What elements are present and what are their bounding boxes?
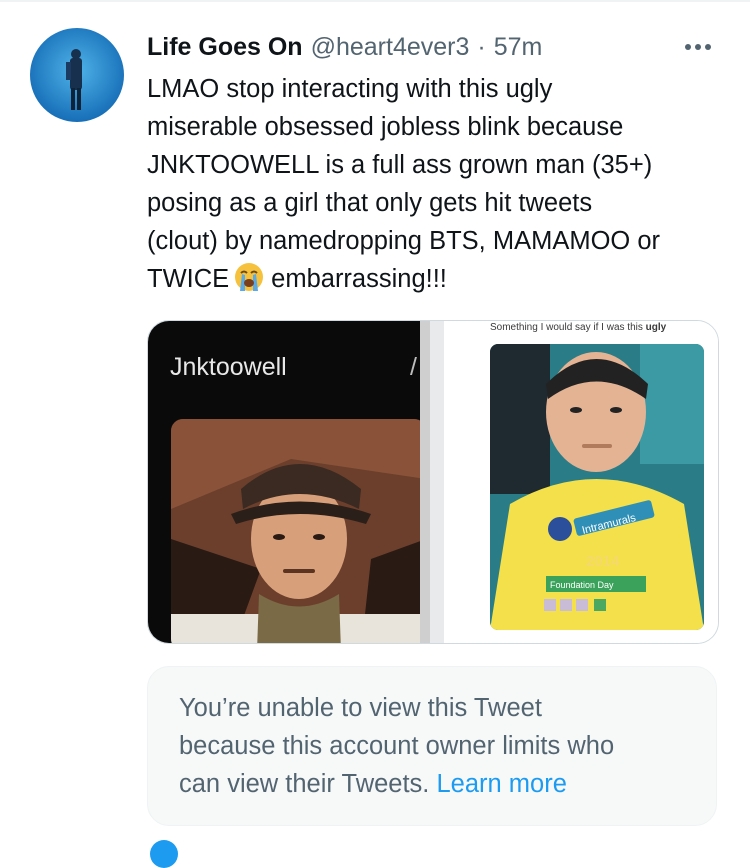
top-divider <box>0 0 750 2</box>
media-right-edge <box>430 321 444 643</box>
notice-line-text: can view their Tweets. <box>179 770 430 798</box>
learn-more-link[interactable]: Learn more <box>437 770 567 798</box>
notice-line: because this account owner limits who <box>179 732 615 760</box>
media-image-right[interactable]: Something I would say if I was this ugly… <box>430 321 718 643</box>
caption-bold-text: ugly <box>645 322 667 333</box>
author-name[interactable]: Life Goes On <box>147 33 303 62</box>
notice-line: You’re unable to view this Tweet <box>179 694 542 722</box>
media-left-divider <box>420 321 430 643</box>
shirt-text-2: 2014 <box>586 553 620 570</box>
loudly-crying-face-icon <box>233 261 265 293</box>
tweet-text-last-line: TWICE embarrassing!!! <box>147 260 727 298</box>
tweet-media[interactable]: Jnktoowell / Something I would say if I … <box>147 320 719 644</box>
tweet-text: LMAO stop interacting with this ugly mis… <box>147 70 727 298</box>
reply-avatar-icon[interactable] <box>150 840 178 868</box>
caption-text: Something I would say if I was this <box>490 322 643 333</box>
tweet-header: Life Goes On @heart4ever3 · 57m <box>147 30 720 64</box>
tweet-timestamp[interactable]: 57m <box>494 33 543 62</box>
media-left-username: Jnktoowell <box>170 353 287 381</box>
tweet-text-fragment: embarrassing!!! <box>271 265 447 293</box>
shirt-text-3: Foundation Day <box>550 580 614 590</box>
tweet-text-line: JNKTOOWELL is a full ass grown man (35+) <box>147 151 653 179</box>
media-right-caption: Something I would say if I was this ugly <box>490 322 666 333</box>
tweet-text-fragment: TWICE <box>147 265 230 293</box>
notice-text: You’re unable to view this Tweet because… <box>179 689 699 803</box>
photo-left <box>171 419 426 643</box>
tweet-text-line: LMAO stop interacting with this ugly <box>147 75 553 103</box>
notice-line: can view their Tweets. Learn more <box>179 765 699 803</box>
photo-right: Intramurals 2014 Foundation Day <box>490 344 704 630</box>
media-image-left[interactable]: Jnktoowell / <box>148 321 430 643</box>
unavailable-tweet-notice: You’re unable to view this Tweet because… <box>147 666 717 826</box>
tweet-text-line: posing as a girl that only gets hit twee… <box>147 189 593 217</box>
tweet-text-line: (clout) by namedropping BTS, MAMAMOO or <box>147 227 661 255</box>
avatar[interactable] <box>30 28 124 122</box>
header-separator: · <box>477 32 486 61</box>
author-handle[interactable]: @heart4ever3 <box>311 33 470 62</box>
media-left-slash: / <box>410 353 417 381</box>
more-horizontal-icon[interactable] <box>680 32 716 62</box>
tweet-text-line: miserable obsessed jobless blink because <box>147 113 624 141</box>
